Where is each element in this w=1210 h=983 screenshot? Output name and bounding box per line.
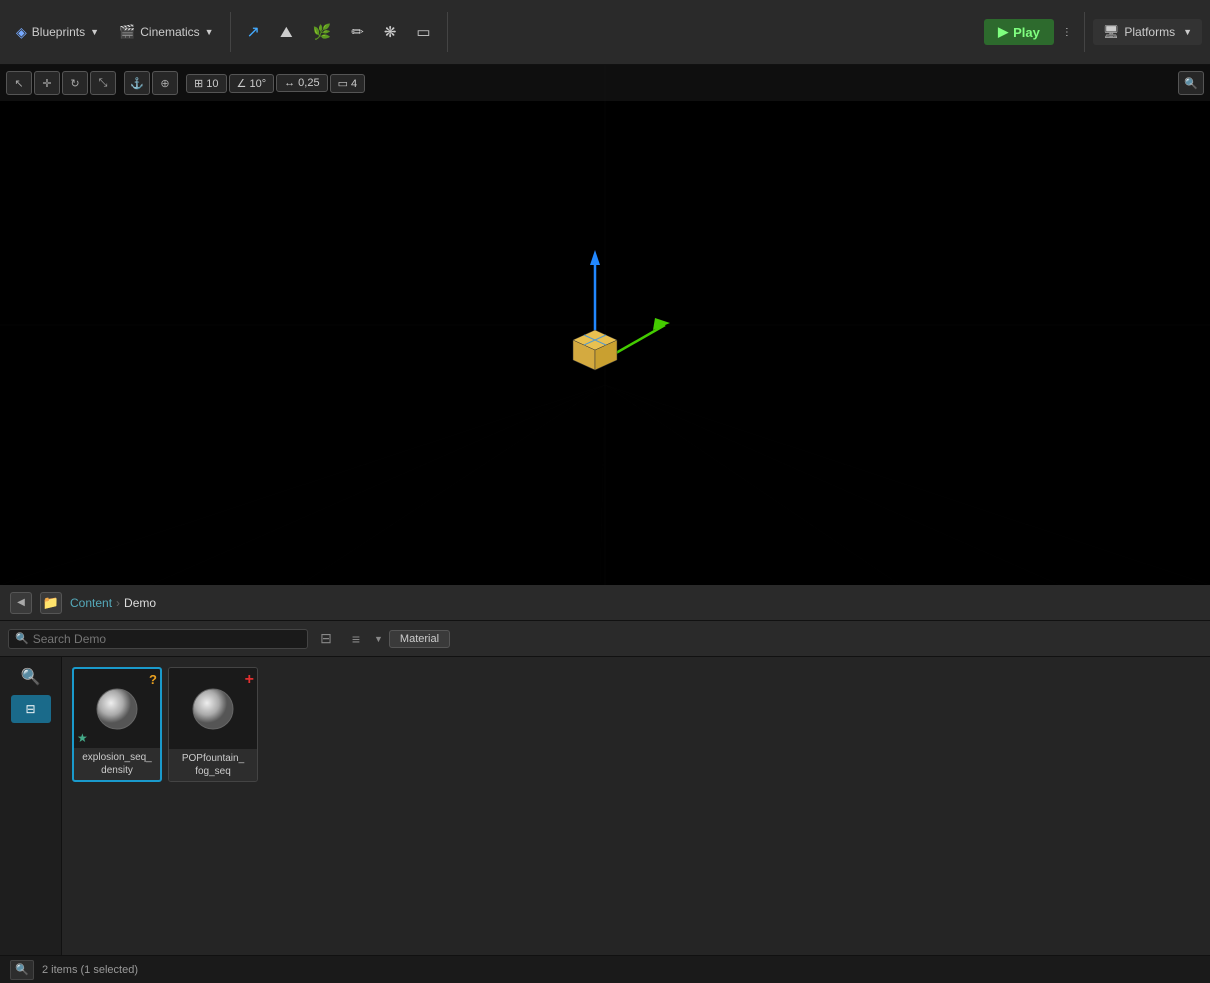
vp-anchor-tool[interactable]: ⚓ bbox=[124, 71, 150, 95]
breadcrumb: Content › Demo bbox=[70, 596, 156, 610]
blueprints-dropdown-icon: ▼ bbox=[90, 27, 99, 37]
cinematics-icon: 🎬 bbox=[119, 24, 135, 40]
mode-fracture-button[interactable]: ❋ bbox=[376, 19, 405, 45]
status-bar: 🔍 2 items (1 selected) bbox=[0, 955, 1210, 983]
cinematics-button[interactable]: 🎬 Cinematics ▼ bbox=[111, 20, 221, 44]
brush-mode-icon: ▭ bbox=[416, 23, 430, 41]
filter-caret-icon: ▼ bbox=[374, 634, 383, 644]
asset-thumbnail-1: ? ★ bbox=[74, 669, 160, 748]
vp-scale-tool[interactable]: ⤡ bbox=[90, 71, 116, 95]
status-search-button[interactable]: 🔍 bbox=[10, 960, 34, 980]
blueprints-icon: ◈ bbox=[16, 24, 27, 41]
foliage-mode-icon: 🌿 bbox=[313, 23, 332, 41]
toolbar-divider-1 bbox=[230, 12, 231, 52]
play-label: Play bbox=[1013, 25, 1040, 40]
asset-badge-question-1: ? bbox=[149, 672, 157, 687]
columns-button[interactable]: ⊟ bbox=[314, 627, 338, 651]
asset-tile[interactable]: ? ★ explosion_seq_density bbox=[72, 667, 162, 782]
status-text: 2 items (1 selected) bbox=[42, 964, 138, 976]
platforms-label: Platforms bbox=[1124, 25, 1175, 39]
vp-rotate-tool[interactable]: ↻ bbox=[62, 71, 88, 95]
top-toolbar: ◈ Blueprints ▼ 🎬 Cinematics ▼ ↗ ⛰ 🌿 ✏ ❋ … bbox=[0, 0, 1210, 65]
vp-cursor-tool[interactable]: ↖ bbox=[6, 71, 32, 95]
content-body: 🔍 ⊟ bbox=[0, 657, 1210, 955]
play-options-button[interactable]: ⋮ bbox=[1058, 23, 1076, 42]
breadcrumb-content[interactable]: Content bbox=[70, 596, 112, 610]
asset-icon-1 bbox=[92, 684, 142, 734]
vp-translate-tool[interactable]: ✛ bbox=[34, 71, 60, 95]
search-box[interactable]: 🔍 bbox=[8, 629, 308, 649]
asset-icon-2 bbox=[188, 684, 238, 734]
select-mode-icon: ↗ bbox=[247, 22, 260, 42]
asset-name-1: explosion_seq_density bbox=[74, 748, 160, 780]
vp-search-button[interactable]: 🔍 bbox=[1178, 71, 1204, 95]
filter-tag-material[interactable]: Material bbox=[389, 630, 450, 648]
content-sidebar: 🔍 ⊟ bbox=[0, 657, 62, 955]
bottom-panel: ◀ 📁 Content › Demo 🔍 ⊟ ≡ ▼ Material 🔍 ⊟ bbox=[0, 585, 1210, 983]
mode-select-button[interactable]: ↗ bbox=[239, 18, 268, 46]
breadcrumb-demo: Demo bbox=[124, 596, 156, 610]
sidebar-active-icon: ⊟ bbox=[25, 702, 35, 716]
viewport-object bbox=[535, 245, 675, 398]
vp-snap-tool[interactable]: ⊕ bbox=[152, 71, 178, 95]
asset-name-2: POPfountain_fog_seq bbox=[169, 749, 257, 781]
vp-grid-value: ⊞ 10 bbox=[186, 74, 227, 93]
fracture-mode-icon: ❋ bbox=[384, 23, 397, 41]
toolbar-divider-2 bbox=[447, 12, 448, 52]
asset-thumbnail-2: + bbox=[169, 668, 257, 749]
play-button[interactable]: ▶ Play bbox=[984, 19, 1054, 45]
content-toolbar: 🔍 ⊟ ≡ ▼ Material bbox=[0, 621, 1210, 657]
toolbar-divider-3 bbox=[1084, 12, 1085, 52]
platforms-button[interactable]: 🖥 Platforms ▼ bbox=[1093, 19, 1202, 45]
content-header: ◀ 📁 Content › Demo bbox=[0, 585, 1210, 621]
asset-tile[interactable]: + POPfountain_fog_seq bbox=[168, 667, 258, 782]
mode-landscape-button[interactable]: ⛰ bbox=[272, 20, 301, 45]
blueprints-button[interactable]: ◈ Blueprints ▼ bbox=[8, 20, 107, 45]
sidebar-active-item[interactable]: ⊟ bbox=[11, 695, 51, 723]
viewport-toolbar: ↖ ✛ ↻ ⤡ ⚓ ⊕ ⊞ 10 ∠ 10° ↔ 0,25 ▭ 4 🔍 bbox=[0, 65, 1210, 101]
breadcrumb-sep: › bbox=[116, 596, 120, 610]
sidebar-search-button[interactable]: 🔍 bbox=[11, 663, 51, 691]
content-grid[interactable]: ? ★ explosion_seq_density bbox=[62, 657, 1210, 955]
mesh-paint-icon: ✏ bbox=[351, 23, 364, 41]
nav-folder-button[interactable]: 📁 bbox=[40, 592, 62, 614]
vp-angle-value: ∠ 10° bbox=[229, 74, 275, 93]
asset-star-badge-1: ★ bbox=[77, 731, 88, 745]
vp-scale-value: ↔ 0,25 bbox=[276, 74, 327, 92]
landscape-mode-icon: ⛰ bbox=[280, 24, 293, 41]
search-icon: 🔍 bbox=[15, 632, 29, 645]
cinematics-label: Cinematics bbox=[140, 25, 199, 39]
cinematics-dropdown-icon: ▼ bbox=[205, 27, 214, 37]
platforms-icon: 🖥 bbox=[1103, 24, 1120, 40]
viewport[interactable]: ↖ ✛ ↻ ⤡ ⚓ ⊕ ⊞ 10 ∠ 10° ↔ 0,25 ▭ 4 🔍 bbox=[0, 65, 1210, 585]
asset-badge-plus-2: + bbox=[245, 671, 254, 689]
blueprints-label: Blueprints bbox=[32, 25, 85, 39]
play-icon: ▶ bbox=[998, 24, 1008, 40]
search-input[interactable] bbox=[33, 632, 301, 646]
mode-foliage-button[interactable]: 🌿 bbox=[305, 19, 340, 45]
mode-mesh-paint-button[interactable]: ✏ bbox=[343, 19, 372, 45]
nav-back-button[interactable]: ◀ bbox=[10, 592, 32, 614]
vp-num-value: ▭ 4 bbox=[330, 74, 366, 93]
play-options-icon: ⋮ bbox=[1062, 27, 1072, 38]
mode-brush-button[interactable]: ▭ bbox=[408, 19, 438, 45]
filter-options-button[interactable]: ≡ bbox=[344, 627, 368, 651]
platforms-dropdown-icon: ▼ bbox=[1183, 27, 1192, 37]
